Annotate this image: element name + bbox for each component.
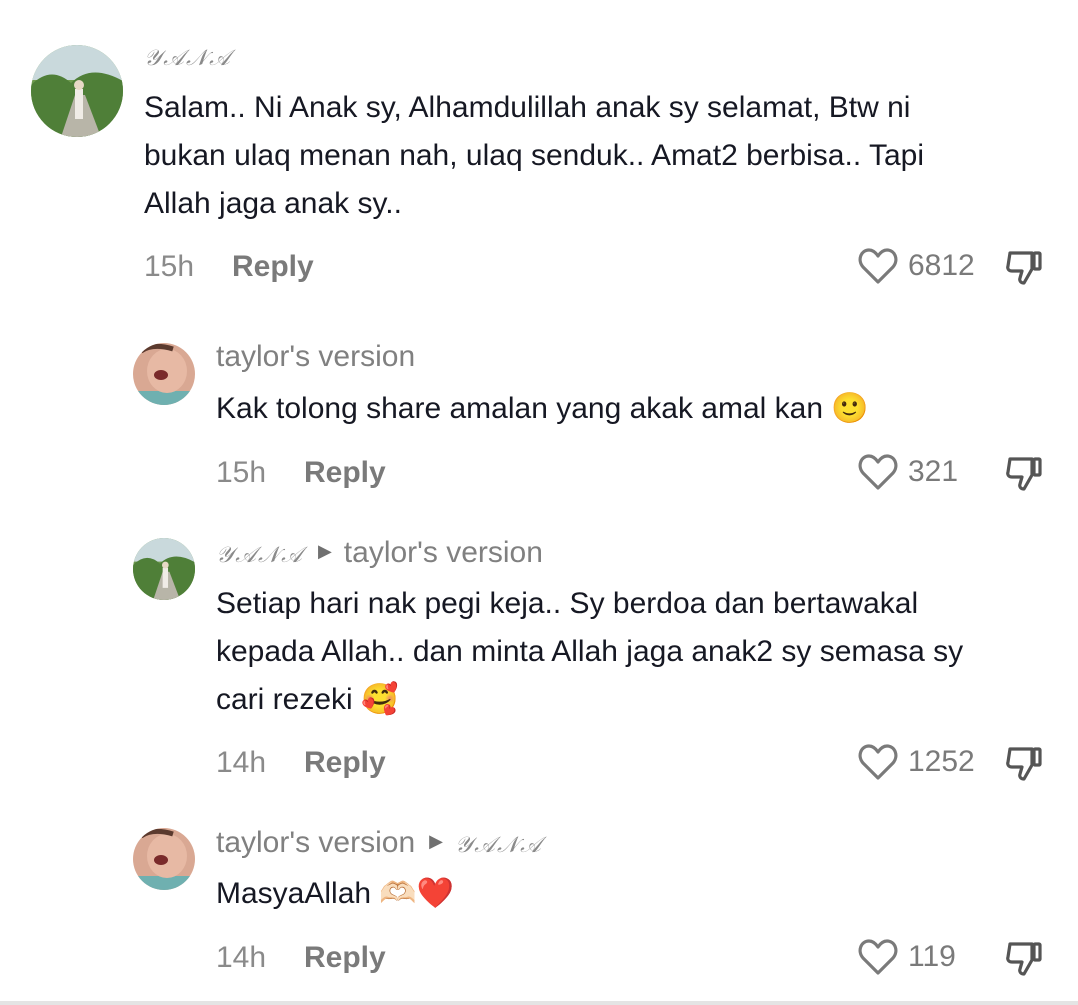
- thumbs-down-icon: [1006, 251, 1042, 285]
- dislike-button[interactable]: [1004, 247, 1044, 287]
- comment-text: Salam.. Ni Anak sy, Alhamdulillah anak s…: [144, 84, 1044, 228]
- comment-text: Kak tolong share amalan yang akak amal k…: [216, 385, 1036, 433]
- avatar-photo-face: [133, 343, 195, 405]
- comment-username[interactable]: taylor's version: [216, 826, 415, 859]
- like-count: 6812: [908, 249, 975, 282]
- heart-outline-icon: [858, 454, 898, 490]
- reply-target-username[interactable]: taylor's version: [344, 536, 543, 569]
- comment-time: 15h: [144, 250, 195, 283]
- heart-outline-icon: [858, 939, 898, 975]
- comment-header: 𝒴𝒜𝒩𝒜 ▶ taylor's version: [216, 536, 543, 570]
- reply-button[interactable]: Reply: [304, 456, 386, 490]
- comment-text-line: kepada Allah.. dan minta Allah jaga anak…: [216, 635, 964, 668]
- bottom-divider: [0, 1001, 1078, 1005]
- dislike-button[interactable]: [1004, 453, 1044, 493]
- like-button[interactable]: 6812: [858, 247, 975, 285]
- heart-outline-icon: [858, 744, 898, 780]
- comment-username[interactable]: taylor's version: [216, 340, 415, 374]
- comment-time: 14h: [216, 941, 267, 974]
- thumbs-down-icon: [1006, 942, 1042, 976]
- comment-text-line: Setiap hari nak pegi keja.. Sy berdoa da…: [216, 587, 919, 620]
- avatar-photo-palm-road: [133, 538, 195, 600]
- comment-text-line: cari rezeki 🥰: [216, 683, 399, 716]
- thumbs-down-icon: [1006, 457, 1042, 491]
- avatar[interactable]: [133, 343, 195, 405]
- avatar-photo-palm-road: [31, 45, 123, 137]
- like-button[interactable]: 1252: [858, 743, 975, 781]
- avatar[interactable]: [31, 45, 123, 137]
- reply-target-username[interactable]: 𝒴𝒜𝒩𝒜: [455, 833, 543, 858]
- comment-text: Setiap hari nak pegi keja.. Sy berdoa da…: [216, 580, 1056, 724]
- like-count: 119: [908, 940, 956, 973]
- reply-button[interactable]: Reply: [232, 250, 314, 284]
- comment-text-line: bukan ulaq menan nah, ulaq senduk.. Amat…: [144, 139, 924, 172]
- reply-button[interactable]: Reply: [304, 941, 386, 975]
- comment-text: MasyaAllah 🫶🏻❤️: [216, 870, 1036, 918]
- reply-button[interactable]: Reply: [304, 746, 386, 780]
- dislike-button[interactable]: [1004, 938, 1044, 978]
- comment-username[interactable]: 𝒴𝒜𝒩𝒜: [216, 543, 304, 568]
- comment-text-line: Kak tolong share amalan yang akak amal k…: [216, 392, 869, 425]
- like-button[interactable]: 321: [858, 453, 958, 491]
- avatar[interactable]: [133, 538, 195, 600]
- avatar[interactable]: [133, 828, 195, 890]
- comment-time: 15h: [216, 456, 267, 489]
- thumbs-down-icon: [1006, 747, 1042, 781]
- comment-username[interactable]: 𝒴𝒜𝒩𝒜: [144, 46, 232, 71]
- dislike-button[interactable]: [1004, 743, 1044, 783]
- triangle-right-icon: ▶: [317, 540, 332, 561]
- like-count: 1252: [908, 745, 975, 778]
- comment-text-line: Salam.. Ni Anak sy, Alhamdulillah anak s…: [144, 91, 911, 124]
- comment-time: 14h: [216, 746, 267, 779]
- like-button[interactable]: 119: [858, 938, 956, 976]
- avatar-photo-face: [133, 828, 195, 890]
- comment-text-line: MasyaAllah 🫶🏻❤️: [216, 877, 455, 910]
- comment-text-line: Allah jaga anak sy..: [144, 187, 402, 220]
- triangle-right-icon: ▶: [429, 830, 443, 851]
- comment-header: taylor's version ▶ 𝒴𝒜𝒩𝒜: [216, 826, 543, 860]
- heart-outline-icon: [858, 248, 898, 284]
- like-count: 321: [908, 455, 959, 488]
